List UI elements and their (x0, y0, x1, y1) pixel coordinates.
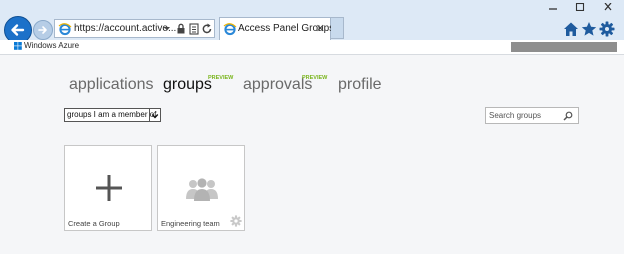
address-text: https://account.active... (74, 23, 177, 34)
forward-arrow-icon (38, 26, 47, 34)
user-account-redacted[interactable] (511, 42, 617, 52)
minimize-icon (549, 8, 557, 10)
plus-icon (96, 175, 122, 201)
favorites-star-icon[interactable] (581, 21, 597, 37)
maximize-icon (575, 3, 585, 11)
group-filter-select[interactable]: groups I am a member of (64, 108, 161, 122)
browser-chrome: https://account.active... Access Panel G… (0, 0, 624, 44)
groups-preview-badge: PREVIEW (208, 75, 234, 81)
create-group-tile[interactable]: Create a Group (64, 145, 152, 231)
nav-applications[interactable]: applications (69, 76, 154, 94)
lock-icon[interactable] (176, 23, 186, 34)
tab-access-panel-groups[interactable]: Access Panel Groups ✕ (219, 17, 334, 40)
create-group-label: Create a Group (68, 219, 120, 228)
group-icon (186, 178, 218, 201)
forward-button[interactable] (33, 20, 53, 40)
approvals-preview-badge: PREVIEW (302, 75, 328, 81)
chevron-down-icon (151, 114, 159, 119)
windows-logo-icon (14, 42, 22, 50)
tab-ie-icon (223, 23, 237, 36)
engineering-team-label: Engineering team (161, 219, 220, 228)
search-placeholder: Search groups (489, 111, 542, 120)
tab-close-icon[interactable]: ✕ (316, 22, 325, 35)
ie-logo-icon (58, 23, 72, 36)
window-close-icon (604, 3, 612, 11)
select-arrow[interactable] (149, 109, 160, 121)
window-close-button[interactable] (596, 0, 620, 14)
engineering-team-tile[interactable]: Engineering team (157, 145, 245, 231)
nav-groups[interactable]: groups (163, 76, 212, 94)
search-groups-input[interactable]: Search groups (485, 107, 579, 124)
address-dropdown-icon[interactable] (163, 26, 171, 32)
nav-profile[interactable]: profile (338, 76, 382, 94)
azure-brand[interactable]: Windows Azure (24, 41, 79, 50)
home-icon[interactable] (563, 21, 579, 37)
azure-header: Windows Azure (0, 40, 624, 55)
group-filter-value: groups I am a member of (67, 110, 157, 119)
settings-gear-icon[interactable] (230, 215, 242, 227)
search-icon[interactable] (563, 111, 573, 121)
tools-gear-icon[interactable] (599, 21, 615, 37)
compatibility-view-icon[interactable] (189, 23, 199, 35)
maximize-button[interactable] (568, 0, 592, 14)
address-bar[interactable]: https://account.active... (54, 19, 215, 38)
minimize-button[interactable] (541, 0, 565, 14)
new-tab-button[interactable] (331, 17, 344, 39)
refresh-icon[interactable] (201, 23, 213, 35)
